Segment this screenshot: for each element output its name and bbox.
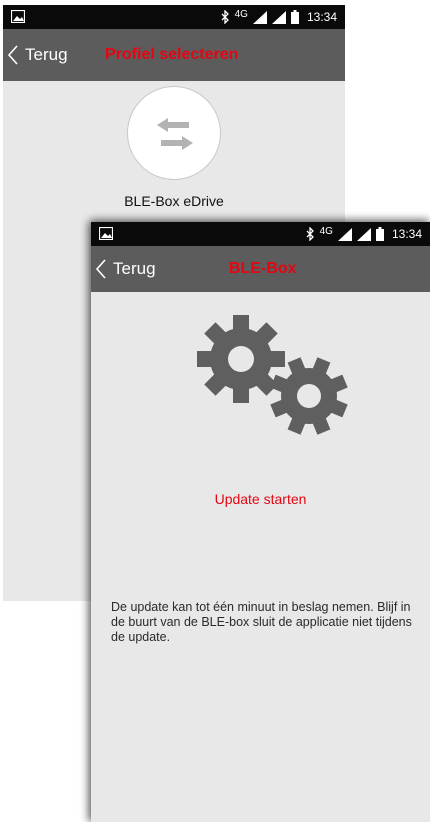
chevron-left-icon xyxy=(7,45,18,65)
battery-icon xyxy=(375,227,384,241)
network-type: 4G xyxy=(319,225,333,237)
gears-icon xyxy=(197,315,348,435)
back-label: Terug xyxy=(25,45,68,64)
back-label: Terug xyxy=(113,259,156,278)
back-button[interactable]: Terug xyxy=(7,29,68,81)
signal-icon xyxy=(337,227,352,241)
network-type: 4G xyxy=(234,8,248,20)
signal-icon-2 xyxy=(271,10,286,24)
bluetooth-icon xyxy=(306,227,314,241)
status-bar: 4G 13:34 xyxy=(3,5,345,29)
image-icon xyxy=(99,227,113,240)
page-title: Profiel selecteren xyxy=(105,46,239,63)
bluetooth-icon xyxy=(221,10,229,24)
start-update-button[interactable]: Update starten xyxy=(91,491,430,507)
ble-box-update-screen: 4G 13:34 Terug BLE-Box Update starten De… xyxy=(91,222,430,822)
profile-button[interactable] xyxy=(127,86,221,180)
status-bar: 4G 13:34 xyxy=(91,222,430,246)
update-info-text: De update kan tot één minuut in beslag n… xyxy=(111,600,412,644)
swap-arrows-icon xyxy=(157,118,193,150)
status-time: 13:34 xyxy=(391,227,422,241)
status-time: 13:34 xyxy=(306,10,337,24)
battery-icon xyxy=(290,10,299,24)
back-button[interactable]: Terug xyxy=(95,246,156,292)
image-icon xyxy=(11,10,25,23)
signal-icon-2 xyxy=(356,227,371,241)
signal-icon xyxy=(252,10,267,24)
app-bar: Terug BLE-Box xyxy=(91,246,430,292)
chevron-left-icon xyxy=(95,259,106,279)
app-bar: Terug Profiel selecteren xyxy=(3,29,345,81)
page: 4G 13:34 Terug Profiel selecteren BLE-Bo… xyxy=(0,0,430,822)
page-title: BLE-Box xyxy=(229,260,297,277)
profile-name[interactable]: BLE-Box eDrive xyxy=(3,193,345,209)
